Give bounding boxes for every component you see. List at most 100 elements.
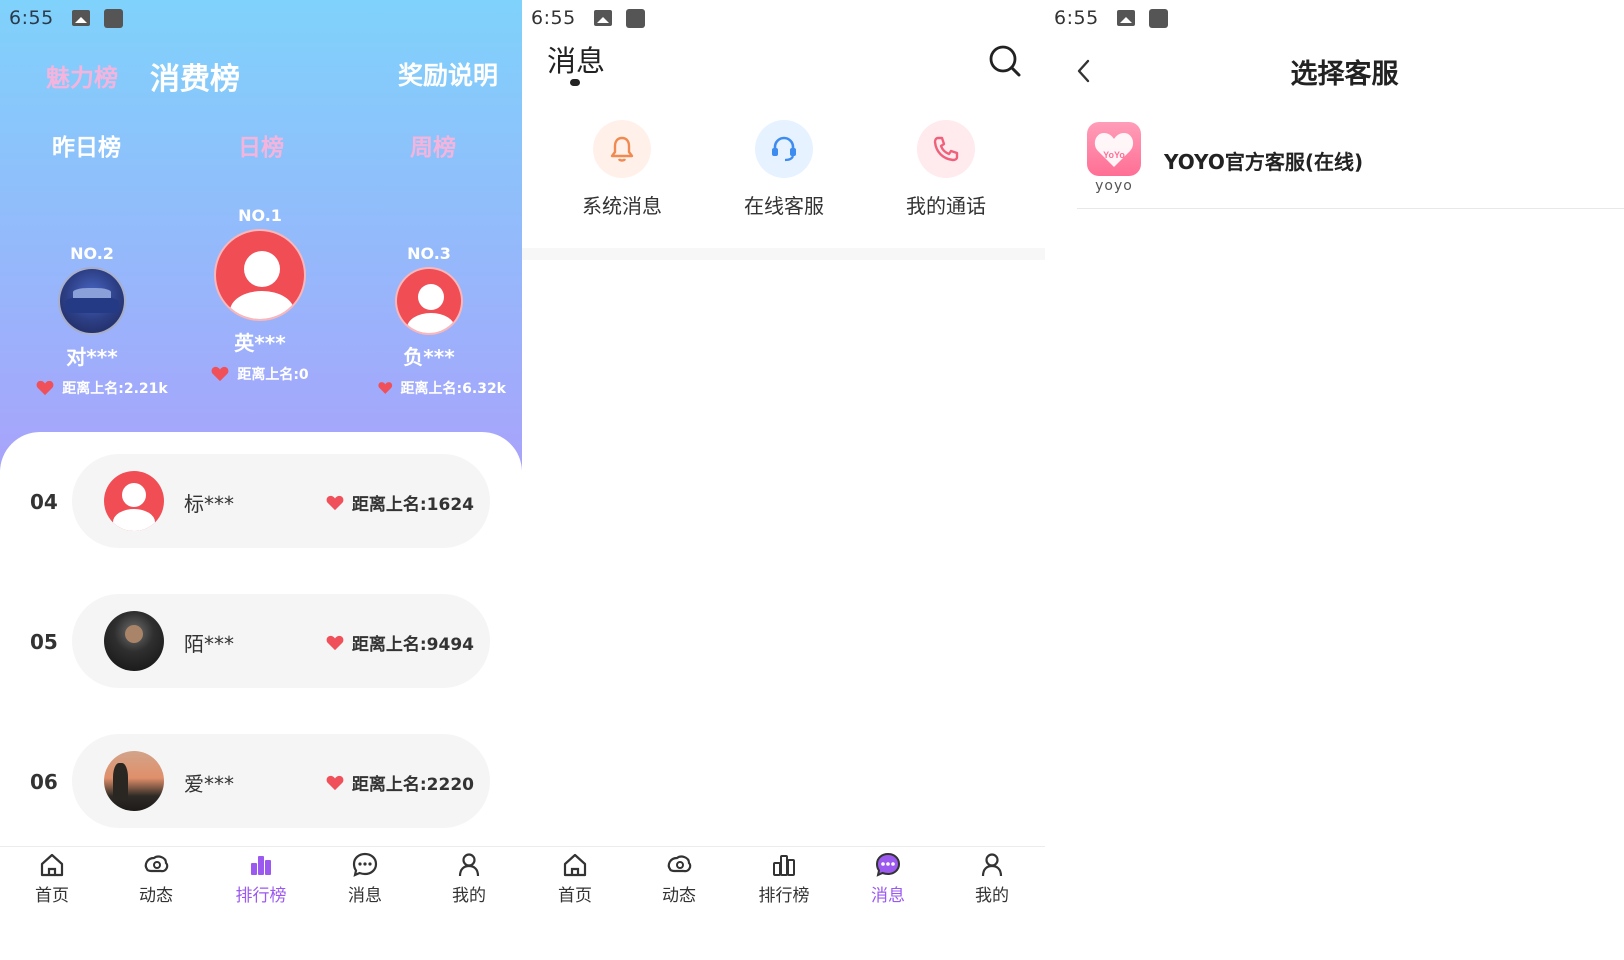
app-notification-icon bbox=[103, 8, 123, 28]
podium-gap-text: 距离上名:0 bbox=[237, 367, 309, 383]
podium-name: 对*** bbox=[66, 345, 118, 369]
list-item-name: 陌*** bbox=[184, 632, 234, 656]
heart-logo-icon: YoYo bbox=[1094, 133, 1134, 167]
podium-third[interactable]: NO.3 负*** 距离上名:6.32k bbox=[352, 244, 506, 398]
messages-screen: 6:55 消息 系统消息 在线客服 我的通话 首页 动态 排行榜 消息 我的 bbox=[522, 0, 1045, 960]
service-name: YOYO官方客服(在线) bbox=[1164, 150, 1364, 174]
bottom-nav: 首页 动态 排行榜 消息 我的 bbox=[522, 846, 1045, 960]
nav-ranking[interactable]: 排行榜 bbox=[211, 851, 311, 906]
list-item-gap: 距离上名:1624 bbox=[326, 490, 474, 515]
nav-mine-label: 我的 bbox=[975, 886, 1009, 906]
list-item-gap: 距离上名:2220 bbox=[326, 770, 474, 795]
logo-badge-text: YoYo bbox=[1103, 150, 1125, 160]
system-messages-label: 系统消息 bbox=[582, 194, 662, 218]
list-item[interactable]: 04 标*** 距离上名:1624 bbox=[0, 454, 522, 548]
online-service-label: 在线客服 bbox=[744, 194, 824, 218]
person-icon bbox=[981, 853, 1003, 877]
title-indicator bbox=[570, 79, 580, 86]
gallery-notification-icon bbox=[71, 10, 90, 26]
podium-first[interactable]: NO.1 英*** 距离上名:0 bbox=[180, 206, 340, 384]
nav-messages[interactable]: 消息 bbox=[838, 851, 938, 906]
podium-rank: NO.1 bbox=[238, 206, 282, 225]
headset-icon bbox=[755, 120, 813, 178]
avatar bbox=[58, 267, 126, 335]
nav-messages-label: 消息 bbox=[871, 886, 905, 906]
nav-mine[interactable]: 我的 bbox=[942, 851, 1042, 906]
person-icon bbox=[458, 853, 480, 877]
ranking-screen: 6:55 魅力榜 消费榜 奖励说明 昨日榜 日榜 周榜 NO.2 对*** 距离… bbox=[0, 0, 522, 960]
podium-name: 英*** bbox=[234, 331, 286, 355]
avatar bbox=[104, 611, 164, 671]
heart-icon bbox=[326, 775, 344, 790]
tab-charm-ranking[interactable]: 魅力榜 bbox=[46, 58, 118, 93]
section-divider bbox=[522, 248, 1045, 260]
nav-moments[interactable]: 动态 bbox=[629, 851, 729, 906]
online-service-button[interactable]: 在线客服 bbox=[724, 120, 844, 219]
my-calls-button[interactable]: 我的通话 bbox=[886, 120, 1006, 219]
app-notification-icon bbox=[1148, 8, 1168, 28]
ranking-icon bbox=[773, 855, 795, 876]
podium-rank: NO.2 bbox=[70, 244, 114, 263]
nav-moments-label: 动态 bbox=[139, 886, 173, 906]
app-notification-icon bbox=[625, 8, 645, 28]
list-item-gap-text: 距离上名:1624 bbox=[351, 495, 474, 515]
nav-home[interactable]: 首页 bbox=[2, 851, 102, 906]
nav-ranking[interactable]: 排行榜 bbox=[734, 851, 834, 906]
search-icon[interactable] bbox=[988, 44, 1022, 78]
my-calls-label: 我的通话 bbox=[906, 194, 986, 218]
nav-mine[interactable]: 我的 bbox=[419, 851, 519, 906]
list-rank-number: 04 bbox=[30, 490, 58, 514]
bell-icon bbox=[593, 120, 651, 178]
nav-messages[interactable]: 消息 bbox=[315, 851, 415, 906]
avatar bbox=[104, 751, 164, 811]
nav-home-label: 首页 bbox=[558, 886, 592, 906]
app-logo-text: yoyo bbox=[1095, 178, 1133, 194]
avatar bbox=[104, 471, 164, 531]
tab-yesterday[interactable]: 昨日榜 bbox=[52, 128, 121, 162]
list-item-card: 爱*** 距离上名:2220 bbox=[72, 734, 490, 828]
system-messages-button[interactable]: 系统消息 bbox=[562, 120, 682, 219]
choose-service-screen: 6:55 选择客服 YoYo yoyo YOYO官方客服(在线) bbox=[1045, 0, 1624, 960]
podium-gap-text: 距离上名:6.32k bbox=[400, 381, 506, 397]
status-time: 6:55 bbox=[9, 7, 54, 29]
chat-icon bbox=[875, 852, 901, 877]
nav-ranking-label: 排行榜 bbox=[235, 886, 287, 906]
moments-icon bbox=[144, 855, 169, 873]
nav-mine-label: 我的 bbox=[452, 886, 486, 906]
phone-icon bbox=[917, 120, 975, 178]
list-item[interactable]: 05 陌*** 距离上名:9494 bbox=[0, 594, 522, 688]
status-bar: 6:55 bbox=[0, 0, 522, 36]
heart-icon bbox=[36, 380, 54, 396]
tab-spending-ranking[interactable]: 消费榜 bbox=[150, 54, 240, 98]
list-rank-number: 05 bbox=[30, 630, 58, 654]
avatar bbox=[395, 267, 463, 335]
status-bar: 6:55 bbox=[522, 0, 1045, 36]
gallery-notification-icon bbox=[1116, 10, 1135, 26]
podium-second[interactable]: NO.2 对*** 距离上名:2.21k bbox=[14, 244, 170, 398]
service-list-item[interactable]: YoYo yoyo YOYO官方客服(在线) bbox=[1077, 118, 1624, 209]
home-icon bbox=[40, 853, 64, 877]
nav-moments-label: 动态 bbox=[662, 886, 696, 906]
nav-messages-label: 消息 bbox=[348, 886, 382, 906]
home-icon bbox=[563, 853, 587, 877]
app-logo: YoYo bbox=[1087, 122, 1141, 176]
list-item-gap: 距离上名:9494 bbox=[326, 630, 474, 655]
chat-icon bbox=[352, 852, 378, 877]
page-title: 消息 bbox=[547, 44, 606, 78]
podium-name: 负*** bbox=[403, 345, 455, 369]
podium-gap-text: 距离上名:2.21k bbox=[62, 381, 168, 397]
list-rank-number: 06 bbox=[30, 770, 58, 794]
tab-weekly[interactable]: 周榜 bbox=[410, 128, 456, 162]
list-item-gap-text: 距离上名:2220 bbox=[351, 775, 474, 795]
ranking-list: 04 标*** 距离上名:1624 05 陌*** 距离上名:9494 06 爱… bbox=[0, 432, 522, 852]
tab-daily[interactable]: 日榜 bbox=[238, 128, 284, 162]
list-item[interactable]: 06 爱*** 距离上名:2220 bbox=[0, 734, 522, 828]
nav-home[interactable]: 首页 bbox=[525, 851, 625, 906]
page-title: 选择客服 bbox=[1290, 59, 1399, 90]
reward-rules-link[interactable]: 奖励说明 bbox=[398, 56, 498, 92]
nav-moments[interactable]: 动态 bbox=[106, 851, 206, 906]
podium-rank: NO.3 bbox=[407, 244, 451, 263]
heart-icon bbox=[378, 382, 393, 394]
status-time: 6:55 bbox=[1054, 7, 1099, 29]
list-item-card: 标*** 距离上名:1624 bbox=[72, 454, 490, 548]
